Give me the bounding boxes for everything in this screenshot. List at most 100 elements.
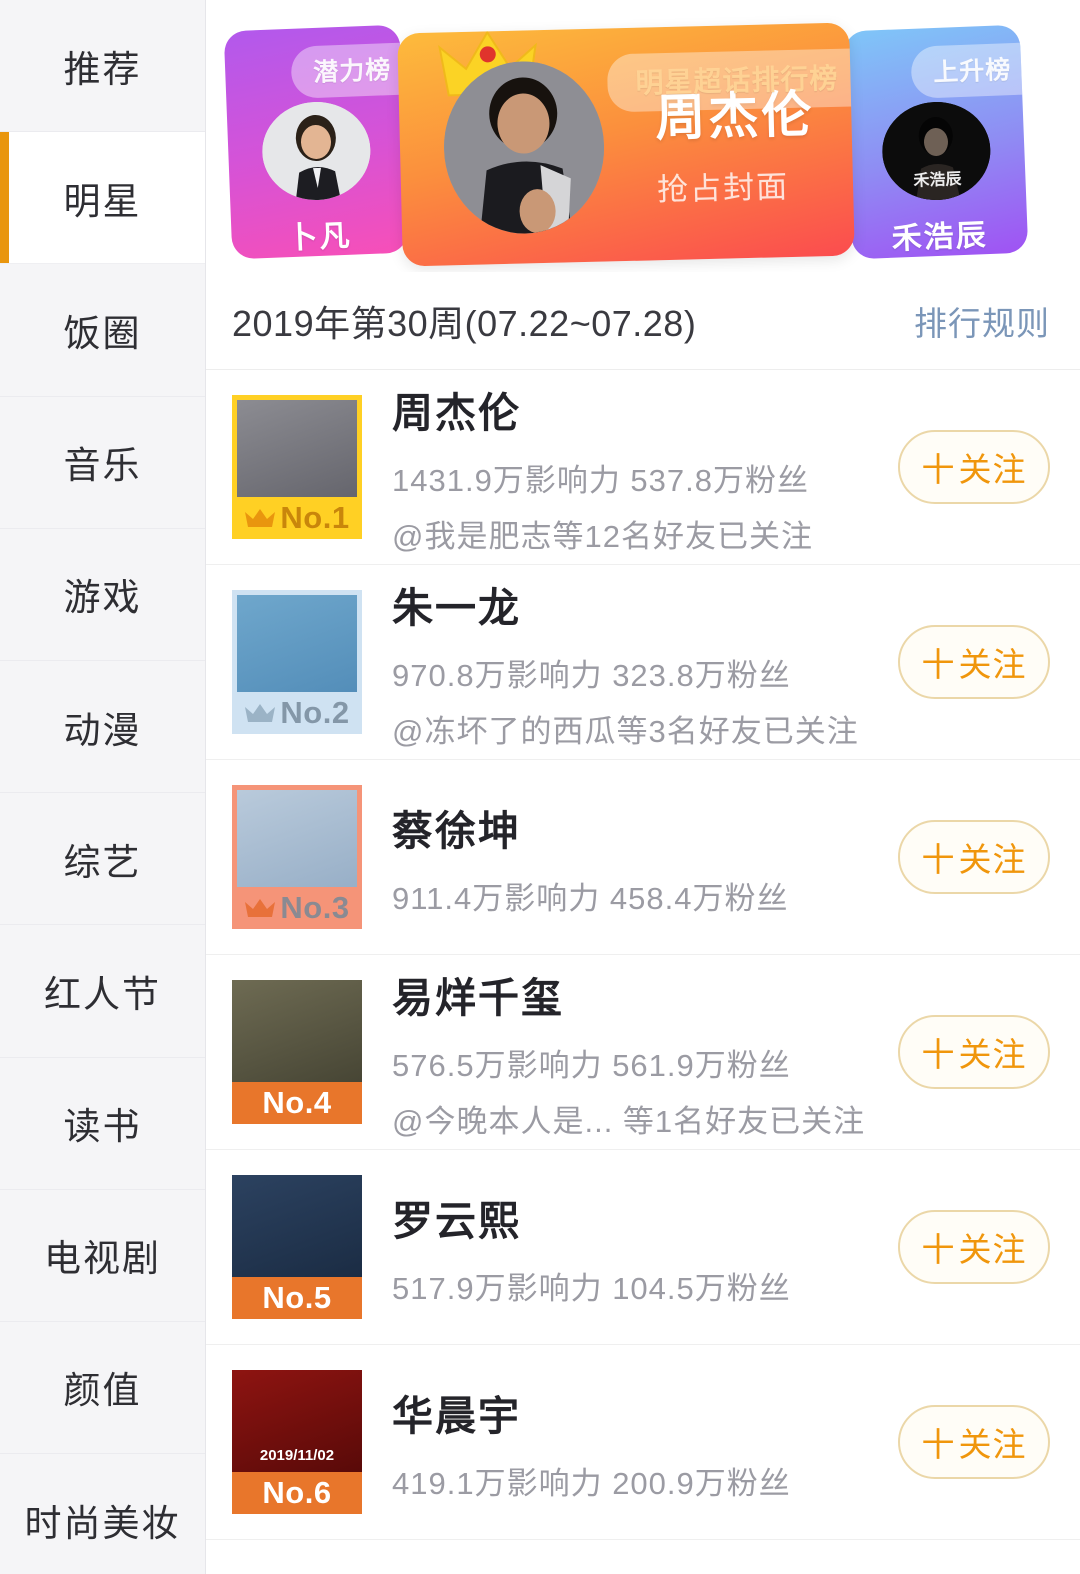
plus-icon: 十 — [921, 1036, 956, 1073]
follow-label: 关注 — [958, 1231, 1027, 1268]
plus-icon: 十 — [921, 451, 956, 488]
sidebar-item-4[interactable]: 游戏 — [0, 528, 205, 661]
table-row[interactable]: No.5 罗云熙 517.9万影响力 104.5万粉丝 十关注 — [206, 1150, 1080, 1345]
follow-label: 关注 — [958, 451, 1027, 488]
sidebar-item-label: 动漫 — [63, 709, 142, 751]
sidebar-item-1[interactable]: 明星 — [0, 132, 205, 265]
sidebar-item-2[interactable]: 饭圈 — [0, 264, 205, 397]
star-name[interactable]: 罗云熙 — [392, 1187, 898, 1247]
star-stats: 517.9万影响力 104.5万粉丝 — [392, 1270, 791, 1306]
banner-card-main[interactable]: 明星超话排行榜 周杰伦 抢占封面 — [397, 22, 855, 267]
banner-avatar-main — [441, 59, 607, 235]
table-row[interactable]: No.4 易烊千玺 576.5万影响力 561.9万粉丝 @今晚本人是... 等1名好… — [206, 955, 1080, 1150]
star-name[interactable]: 蔡徐坤 — [392, 797, 898, 857]
ranking-rules-link[interactable]: 排行规则 — [914, 297, 1050, 345]
week-header: 2019年第30周(07.22~07.28) 排行规则 — [206, 272, 1080, 370]
star-stats: 1431.9万影响力 537.8万粉丝 — [392, 462, 810, 498]
avatar-illustration — [441, 59, 607, 235]
table-row[interactable]: No.1 周杰伦 1431.9万影响力 537.8万粉丝 @我是肥志等12名好友已关注… — [206, 370, 1080, 565]
sidebar-item-label: 推荐 — [63, 48, 142, 90]
star-thumbnail[interactable]: No.4 — [232, 980, 362, 1124]
banner-avatar-wrap — [438, 29, 607, 235]
star-thumbnail[interactable]: No.2 — [232, 590, 362, 734]
rank-label: No.5 — [262, 1280, 332, 1315]
follow-button[interactable]: 十关注 — [898, 1210, 1050, 1284]
ranking-list: No.1 周杰伦 1431.9万影响力 537.8万粉丝 @我是肥志等12名好友已关注… — [206, 370, 1080, 1540]
sidebar-item-5[interactable]: 动漫 — [0, 660, 205, 794]
friends-following-note: @冻坏了的西瓜等3名好友已关注 — [392, 713, 859, 749]
banner-avatar-rising: 禾浩辰 — [880, 99, 993, 203]
rank-label: No.6 — [262, 1475, 332, 1510]
star-name[interactable]: 周杰伦 — [392, 379, 898, 439]
rank-badge: No.4 — [232, 1082, 362, 1124]
plus-icon: 十 — [921, 841, 956, 878]
star-stats: 576.5万影响力 561.9万粉丝 — [392, 1047, 791, 1083]
star-stats: 419.1万影响力 200.9万粉丝 — [392, 1465, 791, 1501]
star-thumbnail[interactable]: 2019/11/02 No.6 — [232, 1370, 362, 1514]
star-ranking-page: 推荐明星饭圈音乐游戏动漫综艺红人节读书电视剧颜值时尚美妆 潜力榜 卜凡 — [0, 0, 1080, 1574]
follow-label: 关注 — [958, 646, 1027, 683]
banner-avatar-potential — [260, 99, 373, 203]
banner-avatar-caption: 禾浩辰 — [913, 171, 962, 190]
follow-label: 关注 — [958, 1036, 1027, 1073]
crown-icon — [244, 897, 276, 919]
follow-button[interactable]: 十关注 — [898, 820, 1050, 894]
sidebar-item-11[interactable]: 时尚美妆 — [0, 1454, 205, 1574]
star-name[interactable]: 华晨宇 — [392, 1382, 898, 1442]
poster-date-text: 2019/11/02 — [259, 1447, 335, 1464]
sidebar-item-3[interactable]: 音乐 — [0, 396, 205, 529]
sidebar-item-label: 饭圈 — [63, 312, 142, 354]
thumbnail-wrap: No.5 — [232, 1175, 362, 1319]
category-sidebar[interactable]: 推荐明星饭圈音乐游戏动漫综艺红人节读书电视剧颜值时尚美妆 — [0, 0, 206, 1574]
week-label: 2019年第30周(07.22~07.28) — [232, 302, 697, 344]
table-row[interactable]: No.2 朱一龙 970.8万影响力 323.8万粉丝 @冻坏了的西瓜等3名好友已关注… — [206, 565, 1080, 760]
follow-button[interactable]: 十关注 — [898, 430, 1050, 504]
banner-card-rising[interactable]: 上升榜 禾浩辰 禾浩辰 — [843, 24, 1029, 260]
table-row[interactable]: 2019/11/02 No.6 华晨宇 419.1万影响力 200.9万粉丝 十关注 — [206, 1345, 1080, 1540]
star-info: 华晨宇 419.1万影响力 200.9万粉丝 — [362, 1382, 898, 1503]
sidebar-item-label: 读书 — [63, 1106, 142, 1148]
sidebar-item-label: 红人节 — [44, 973, 161, 1015]
banner-tag-potential: 潜力榜 — [290, 42, 409, 99]
sidebar-item-label: 时尚美妆 — [24, 1502, 181, 1544]
rank-badge: No.3 — [232, 887, 362, 929]
avatar-illustration — [260, 99, 373, 203]
star-thumbnail[interactable]: No.1 — [232, 395, 362, 539]
sidebar-item-label: 游戏 — [63, 577, 142, 619]
follow-label: 关注 — [958, 841, 1027, 878]
thumbnail-wrap: 2019/11/02 No.6 — [232, 1370, 362, 1514]
table-row[interactable]: No.3 蔡徐坤 911.4万影响力 458.4万粉丝 十关注 — [206, 760, 1080, 955]
sidebar-item-0[interactable]: 推荐 — [0, 0, 205, 133]
sidebar-item-label: 综艺 — [63, 841, 142, 883]
star-name[interactable]: 易烊千玺 — [392, 964, 898, 1024]
star-info: 易烊千玺 576.5万影响力 561.9万粉丝 @今晚本人是... 等1名好友已关注 — [362, 964, 898, 1141]
sidebar-item-7[interactable]: 红人节 — [0, 925, 205, 1058]
star-info: 周杰伦 1431.9万影响力 537.8万粉丝 @我是肥志等12名好友已关注 — [362, 379, 898, 556]
thumbnail-wrap: No.2 — [232, 590, 362, 734]
rank-label: No.1 — [280, 500, 350, 535]
sidebar-item-9[interactable]: 电视剧 — [0, 1189, 205, 1322]
follow-button[interactable]: 十关注 — [898, 1015, 1050, 1089]
star-info: 罗云熙 517.9万影响力 104.5万粉丝 — [362, 1187, 898, 1308]
crown-icon — [244, 507, 276, 529]
sidebar-item-label: 明星 — [63, 180, 142, 222]
sidebar-item-label: 电视剧 — [44, 1238, 161, 1280]
follow-button[interactable]: 十关注 — [898, 625, 1050, 699]
sidebar-item-10[interactable]: 颜值 — [0, 1321, 205, 1455]
star-name[interactable]: 朱一龙 — [392, 574, 898, 634]
star-thumbnail[interactable]: No.5 — [232, 1175, 362, 1319]
rank-badge: No.2 — [232, 692, 362, 734]
banner-card-potential[interactable]: 潜力榜 卜凡 — [223, 24, 409, 260]
banner-subtitle-main: 抢占封面 — [656, 169, 790, 208]
sidebar-item-6[interactable]: 综艺 — [0, 793, 205, 926]
crown-icon — [244, 702, 276, 724]
banner-tag-main: 明星超话排行榜 — [606, 48, 855, 113]
follow-label: 关注 — [958, 1426, 1027, 1463]
follow-button[interactable]: 十关注 — [898, 1405, 1050, 1479]
star-thumbnail[interactable]: No.3 — [232, 785, 362, 929]
star-stats: 970.8万影响力 323.8万粉丝 — [392, 657, 791, 693]
banner-tag-rising: 上升榜 — [910, 42, 1029, 99]
sidebar-item-label: 音乐 — [63, 445, 142, 487]
rank-label: No.3 — [280, 890, 350, 925]
sidebar-item-8[interactable]: 读书 — [0, 1057, 205, 1190]
